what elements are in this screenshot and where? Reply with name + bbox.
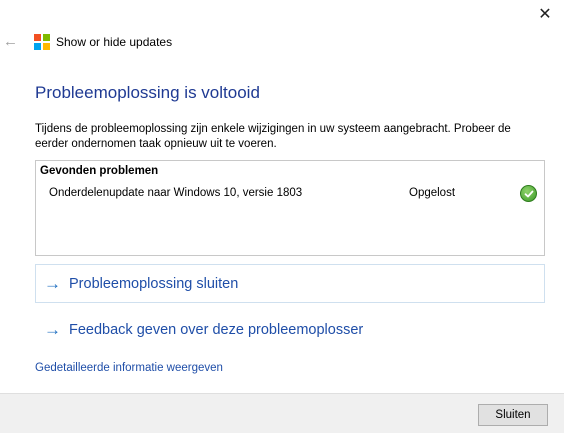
problem-row: Onderdelenupdate naar Windows 10, versie…	[36, 184, 544, 206]
close-button[interactable]: Sluiten	[478, 404, 548, 426]
checkmark-icon	[520, 185, 537, 202]
page-title: Probleemoplossing is voltooid	[35, 83, 260, 102]
window-title-bar: Show or hide updates	[34, 34, 172, 50]
details-link[interactable]: Gedetailleerde informatie weergeven	[35, 362, 223, 374]
description-text: Tijdens de probleemoplossing zijn enkele…	[35, 123, 511, 150]
back-arrow-icon[interactable]: ←	[3, 33, 18, 50]
close-troubleshooting-link[interactable]: → Probleemoplossing sluiten	[35, 264, 545, 303]
problems-header: Gevonden problemen	[40, 165, 159, 177]
feedback-link[interactable]: → Feedback geven over deze probleemoplos…	[35, 310, 545, 349]
footer-bar: Sluiten	[0, 393, 564, 433]
windows-logo-icon	[34, 34, 50, 50]
arrow-right-icon: →	[44, 319, 61, 339]
problem-status: Opgelost	[409, 187, 456, 199]
arrow-right-icon: →	[44, 273, 61, 293]
problem-name: Onderdelenupdate naar Windows 10, versie…	[49, 187, 303, 199]
close-troubleshooting-label: Probleemoplossing sluiten	[69, 275, 239, 292]
feedback-label: Feedback geven over deze probleemoplosse…	[69, 321, 364, 338]
window-title: Show or hide updates	[56, 35, 173, 49]
window-close-icon[interactable]: ✕	[530, 2, 560, 26]
problems-panel: Gevonden problemen Onderdelenupdate naar…	[35, 160, 545, 256]
